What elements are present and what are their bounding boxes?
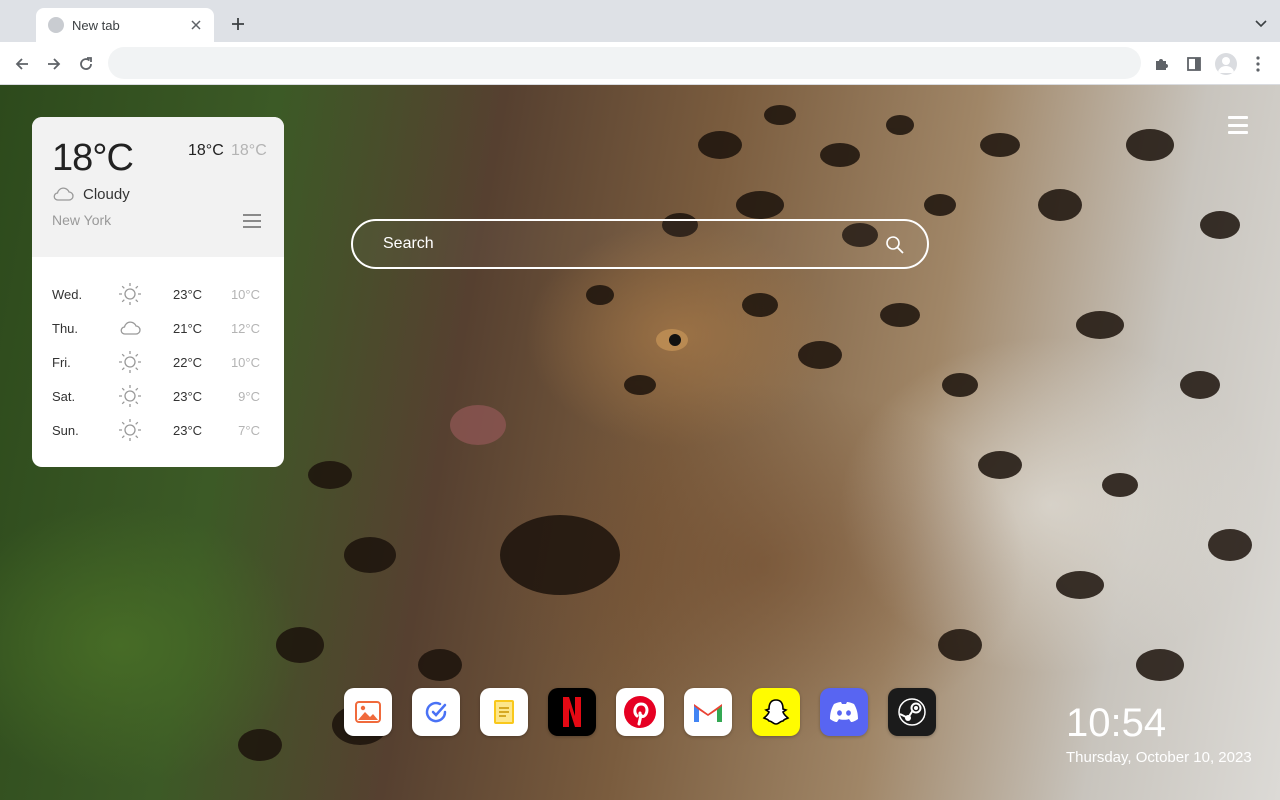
search-icon[interactable] — [885, 235, 905, 255]
forecast-row: Fri. 22°C 10°C — [32, 345, 284, 379]
chevron-down-icon[interactable] — [1254, 16, 1268, 30]
steam-icon[interactable] — [888, 688, 936, 736]
tab-new-tab[interactable]: New tab — [36, 8, 214, 42]
cloud-icon — [120, 321, 141, 335]
forecast-list: Wed. 23°C 10°C Thu. 21°C 12°C Fri. 22°C … — [32, 277, 284, 447]
arrow-left-icon[interactable] — [10, 52, 34, 76]
clock-time: 10:54 — [1066, 701, 1167, 745]
forecast-row: Wed. 23°C 10°C — [32, 277, 284, 311]
weather-menu-icon[interactable] — [243, 214, 261, 228]
high-temperature: 18°C — [188, 142, 224, 159]
forecast-day: Wed. — [52, 287, 83, 302]
low-temperature: 18°C — [231, 142, 267, 159]
sun-icon — [119, 351, 141, 373]
app-dock — [344, 688, 936, 736]
side-panel-icon[interactable] — [1182, 52, 1206, 76]
weather-city: New York — [52, 212, 112, 228]
notes-app-icon[interactable] — [480, 688, 528, 736]
pinterest-icon[interactable] — [616, 688, 664, 736]
forecast-low: 10°C — [230, 355, 260, 370]
address-bar[interactable] — [108, 47, 1141, 79]
forecast-low: 10°C — [230, 287, 260, 302]
forecast-day: Sun. — [52, 423, 79, 438]
puzzle-icon[interactable] — [1150, 52, 1174, 76]
checklist-app-icon[interactable] — [412, 688, 460, 736]
forecast-low: 7°C — [238, 423, 260, 438]
plus-icon[interactable] — [228, 14, 248, 34]
netflix-icon[interactable] — [548, 688, 596, 736]
gallery-app-icon[interactable] — [344, 688, 392, 736]
forecast-high: 23°C — [173, 423, 203, 438]
sun-icon — [119, 419, 141, 441]
forecast-low: 12°C — [230, 321, 260, 336]
tab-title: New tab — [72, 17, 120, 33]
forecast-row: Sun. 23°C 7°C — [32, 413, 284, 447]
cloud-icon — [53, 187, 74, 201]
gmail-icon[interactable] — [684, 688, 732, 736]
forecast-low: 9°C — [238, 389, 260, 404]
tab-favicon-icon — [48, 17, 64, 33]
forecast-high: 22°C — [173, 355, 203, 370]
new-tab-page: 18°C 18°C 18°C Cloudy New York Wed. 23°C… — [0, 85, 1280, 800]
forecast-row: Thu. 21°C 12°C — [32, 311, 284, 345]
search-input[interactable] — [353, 221, 927, 267]
tab-strip: New tab — [0, 0, 1280, 42]
arrow-right-icon[interactable] — [42, 52, 66, 76]
sun-icon — [119, 283, 141, 305]
forecast-day: Fri. — [52, 355, 71, 370]
reload-icon[interactable] — [74, 52, 98, 76]
weather-widget: 18°C 18°C 18°C Cloudy New York Wed. 23°C… — [32, 117, 284, 467]
avatar-icon[interactable] — [1214, 52, 1238, 76]
forecast-high: 23°C — [173, 287, 203, 302]
search-box — [351, 219, 929, 269]
weather-condition: Cloudy — [83, 186, 130, 203]
forecast-high: 23°C — [173, 389, 203, 404]
kebab-menu-icon[interactable] — [1246, 52, 1270, 76]
forecast-day: Thu. — [52, 321, 79, 336]
sun-icon — [119, 385, 141, 407]
discord-icon[interactable] — [820, 688, 868, 736]
forecast-row: Sat. 23°C 9°C — [32, 379, 284, 413]
current-temperature: 18°C — [52, 137, 134, 179]
clock-date: Thursday, October 10, 2023 — [1066, 749, 1252, 766]
forecast-day: Sat. — [52, 389, 76, 404]
weather-current: 18°C 18°C 18°C Cloudy New York — [32, 117, 284, 257]
snapchat-icon[interactable] — [752, 688, 800, 736]
close-icon[interactable] — [188, 17, 204, 33]
hamburger-menu-icon[interactable] — [1228, 116, 1248, 134]
browser-toolbar — [0, 42, 1280, 85]
forecast-high: 21°C — [173, 321, 203, 336]
